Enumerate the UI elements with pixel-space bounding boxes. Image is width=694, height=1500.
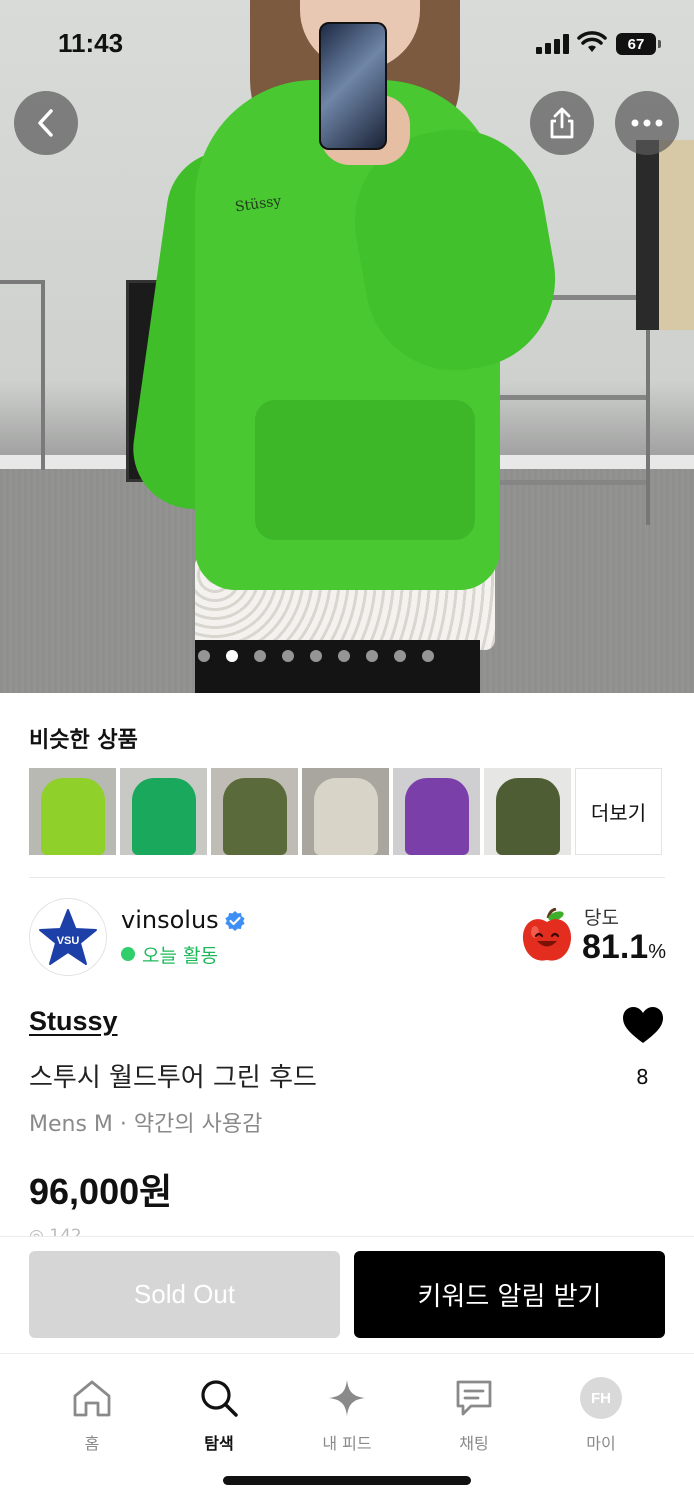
tab-my-feed-label: 내 피드 [322,1434,372,1453]
sweetness-value: 81.1 [582,928,649,966]
tab-home-label: 홈 [84,1434,100,1453]
similar-product-thumb[interactable] [29,768,116,855]
like-count: 8 [636,1065,649,1089]
pagination-dot [226,650,238,662]
pagination-dot [394,650,406,662]
tab-my[interactable]: FH 마이 [541,1376,661,1454]
more-horizontal-icon [631,119,663,127]
sold-out-button: Sold Out [29,1251,340,1338]
chat-icon [456,1380,492,1416]
star-logo-icon: VSU [39,909,97,965]
tab-explore-label: 탐색 [204,1434,234,1453]
home-indicator [223,1476,471,1485]
active-status-dot [121,947,135,961]
apple-sweetness-icon [522,908,572,961]
share-icon [550,107,574,139]
tab-chat[interactable]: 채팅 [414,1376,534,1454]
search-icon [201,1380,238,1417]
pagination-dot [310,650,322,662]
status-time: 11:43 [58,28,124,58]
similar-product-garment [223,778,287,855]
sweetness-score: 81.1% [582,928,666,967]
sweetness-unit: % [648,941,666,963]
similar-product-thumb[interactable] [393,768,480,855]
seller-name[interactable]: vinsolus [121,906,219,934]
tab-home[interactable]: 홈 [32,1376,152,1454]
home-icon [73,1380,111,1417]
similar-product-thumb[interactable] [120,768,207,855]
pagination-dot [366,650,378,662]
tab-my-feed[interactable]: 내 피드 [287,1376,407,1454]
similar-products-list: 더보기 [29,768,662,855]
brand-link[interactable]: Stussy [29,1006,118,1037]
tab-my-label: 마이 [586,1434,616,1453]
seller-activity-status: 오늘 활동 [142,945,218,967]
view-count: ◎ 142 [29,1226,82,1236]
photo-legs [195,640,480,693]
similar-product-garment [41,778,105,855]
similar-product-thumb[interactable] [302,768,389,855]
avatar-logo-text: VSU [57,935,80,947]
image-pagination [198,650,434,662]
similar-product-garment [405,778,469,855]
product-meta: Mens M · 약간의 사용감 [29,1112,263,1137]
profile-avatar-icon: FH [580,1377,622,1419]
similar-product-thumb[interactable] [211,768,298,855]
sweetness-label: 당도 [584,907,619,929]
section-divider [29,877,665,878]
photo-pocket [255,400,475,540]
tab-chat-label: 채팅 [459,1434,489,1453]
battery-icon: 67 [616,33,661,55]
similar-product-garment [496,778,560,855]
photo-rack [0,280,45,470]
purchase-action-bar: Sold Out 키워드 알림 받기 [0,1236,694,1354]
similar-product-garment [314,778,378,855]
pagination-dot [254,650,266,662]
product-name: 스투시 월드투어 그린 후드 [29,1063,317,1093]
signal-icon [536,34,570,54]
keyword-alert-button[interactable]: 키워드 알림 받기 [354,1251,665,1338]
heart-icon[interactable] [621,1005,665,1045]
pagination-dot [282,650,294,662]
more-options-button[interactable] [615,91,679,155]
similar-product-thumb[interactable] [484,768,571,855]
wifi-icon [577,31,607,52]
similar-products-title: 비슷한 상품 [29,728,138,753]
pagination-dot [338,650,350,662]
hoodie-print-logo: Stüssy [234,193,283,216]
share-button[interactable] [530,91,594,155]
sparkle-icon [329,1380,365,1416]
tab-explore[interactable]: 탐색 [159,1376,279,1454]
pagination-dot [422,650,434,662]
similar-product-garment [132,778,196,855]
similar-more-button[interactable]: 더보기 [575,768,662,855]
seller-avatar[interactable]: VSU [29,898,107,976]
verified-badge-icon [225,911,245,931]
pagination-dot [198,650,210,662]
product-price: 96,000원 [29,1171,173,1212]
status-bar: 11:43 67 [0,0,694,88]
view-count-value: 142 [49,1226,82,1236]
back-button[interactable] [14,91,78,155]
photo-coats [636,140,694,330]
chevron-left-icon [38,109,53,137]
product-photo[interactable]: Stüssy [0,0,694,693]
